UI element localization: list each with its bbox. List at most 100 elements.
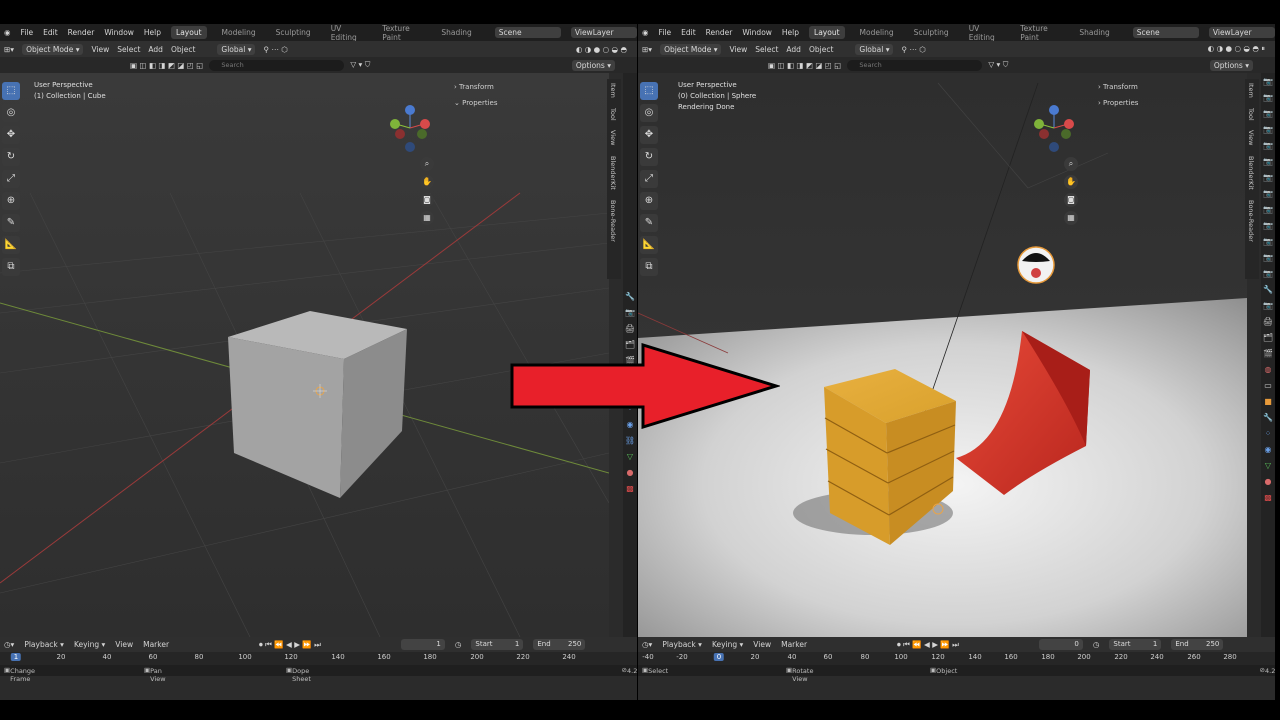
pan-hand-icon[interactable]: ✋ bbox=[420, 175, 434, 189]
measure-tool-icon[interactable]: 📐 bbox=[640, 236, 658, 254]
playback-controls[interactable]: ⏺ ⏮ ⏪ ◀ ▶ ⏩ ⏭ bbox=[897, 640, 959, 650]
tab-tool[interactable]: Tool bbox=[1247, 108, 1255, 121]
camera-toggle-icon[interactable]: 📷 bbox=[1263, 221, 1273, 231]
shading-buttons[interactable]: ◐ ◑ ● ○ ◒ ◓ ⏸ bbox=[1208, 44, 1265, 54]
menu-object[interactable]: Object bbox=[809, 45, 833, 54]
menu-render[interactable]: Render bbox=[706, 28, 733, 37]
editor-type-icon[interactable]: ⊞▾ bbox=[4, 45, 14, 54]
tab-blenderkit[interactable]: BlenderKit bbox=[609, 156, 617, 190]
menu-add[interactable]: Add bbox=[786, 45, 801, 54]
viewlayer-selector[interactable]: ViewLayer bbox=[570, 27, 637, 38]
playback-controls[interactable]: ⏺ ⏮ ⏪ ◀ ▶ ⏩ ⏭ bbox=[259, 640, 321, 650]
annotate-tool-icon[interactable]: ✎ bbox=[2, 214, 20, 232]
mode-dropdown[interactable]: Object Mode ▾ bbox=[660, 43, 722, 55]
tab-shading[interactable]: Shading bbox=[1074, 26, 1114, 39]
light-probe-sphere[interactable] bbox=[1017, 246, 1055, 284]
options-button[interactable]: Options ▾ bbox=[571, 59, 615, 71]
timeline-view-menu[interactable]: View bbox=[115, 640, 133, 649]
blender-logo-icon[interactable]: ◉ bbox=[4, 28, 11, 37]
zoom-icon[interactable]: ⌕ bbox=[1064, 157, 1078, 171]
selection-mode-icons[interactable]: ▣ ◫ ◧ ◨ ◩ ◪ ◰ ◱ bbox=[768, 61, 841, 70]
add-cube-tool-icon[interactable]: ⧉ bbox=[2, 258, 20, 276]
keying-menu[interactable]: Keying ▾ bbox=[74, 640, 105, 649]
timeline-view-menu[interactable]: View bbox=[753, 640, 771, 649]
output-props-icon[interactable]: 🖨 bbox=[625, 324, 635, 334]
camera-toggle-icon[interactable]: 📷 bbox=[1263, 141, 1273, 151]
end-frame-field[interactable]: End 250 bbox=[533, 639, 586, 650]
options-button[interactable]: Options ▾ bbox=[1209, 59, 1253, 71]
measure-tool-icon[interactable]: 📐 bbox=[2, 236, 20, 254]
menu-render[interactable]: Render bbox=[68, 28, 95, 37]
tab-tool[interactable]: Tool bbox=[609, 108, 617, 121]
orientation-dropdown[interactable]: Global ▾ bbox=[217, 43, 256, 55]
camera-toggle-icon[interactable]: 📷 bbox=[1263, 125, 1273, 135]
search-input[interactable]: Search bbox=[847, 59, 983, 71]
material-props-icon[interactable]: ● bbox=[627, 468, 634, 478]
render-props-icon[interactable]: 📷 bbox=[1263, 301, 1273, 311]
menu-add[interactable]: Add bbox=[148, 45, 163, 54]
panel-transform[interactable]: › Transform bbox=[454, 79, 497, 95]
tab-bone-reader[interactable]: Bone-Reader bbox=[609, 200, 617, 242]
scene-selector[interactable]: Scene bbox=[1132, 27, 1199, 38]
menu-view[interactable]: View bbox=[91, 45, 109, 54]
clock-icon[interactable]: ◷ bbox=[1093, 640, 1100, 649]
tab-view[interactable]: View bbox=[609, 130, 617, 145]
data-props-icon[interactable]: ▽ bbox=[627, 452, 633, 462]
render-props-icon[interactable]: 📷 bbox=[625, 308, 635, 318]
annotate-tool-icon[interactable]: ✎ bbox=[640, 214, 658, 232]
camera-toggle-icon[interactable]: 📷 bbox=[1263, 253, 1273, 263]
camera-toggle-icon[interactable]: 📷 bbox=[1263, 109, 1273, 119]
material-props-icon[interactable]: ● bbox=[1265, 477, 1272, 487]
camera-view-icon[interactable]: ◙ bbox=[420, 193, 434, 207]
add-cube-tool-icon[interactable]: ⧉ bbox=[640, 258, 658, 276]
view-layer-icon[interactable]: 🗂 bbox=[1263, 333, 1273, 343]
menu-window[interactable]: Window bbox=[104, 28, 134, 37]
camera-toggle-icon[interactable]: 📷 bbox=[1263, 189, 1273, 199]
menu-help[interactable]: Help bbox=[782, 28, 799, 37]
rotate-tool-icon[interactable]: ↻ bbox=[640, 148, 658, 166]
navigation-gizmo[interactable] bbox=[1032, 104, 1078, 152]
object-props-icon[interactable]: ■ bbox=[1264, 397, 1272, 407]
editor-type-icon[interactable]: ⊞▾ bbox=[642, 45, 652, 54]
physics-icon[interactable]: ◉ bbox=[1265, 445, 1272, 455]
camera-toggle-icon[interactable]: 📷 bbox=[1263, 237, 1273, 247]
timeline-editor-icon[interactable]: ◷▾ bbox=[642, 640, 652, 649]
start-frame-field[interactable]: Start 1 bbox=[1109, 639, 1162, 650]
frame-tick[interactable]: 1 bbox=[10, 653, 22, 661]
menu-file[interactable]: File bbox=[21, 28, 34, 37]
tool-props-icon[interactable]: 🔧 bbox=[1263, 285, 1273, 295]
tab-item[interactable]: Item bbox=[609, 83, 617, 98]
transform-tool-icon[interactable]: ⊕ bbox=[2, 192, 20, 210]
camera-toggle-icon[interactable]: 📷 bbox=[1263, 269, 1273, 279]
menu-view[interactable]: View bbox=[729, 45, 747, 54]
camera-view-icon[interactable]: ◙ bbox=[1064, 193, 1078, 207]
selection-mode-icons[interactable]: ▣ ◫ ◧ ◨ ◩ ◪ ◰ ◱ bbox=[130, 61, 203, 70]
tab-layout[interactable]: Layout bbox=[171, 26, 207, 39]
constraints-icon[interactable]: ⛓ bbox=[625, 436, 635, 446]
keying-menu[interactable]: Keying ▾ bbox=[712, 640, 743, 649]
data-props-icon[interactable]: ▽ bbox=[1265, 461, 1271, 471]
panel-properties[interactable]: › Properties bbox=[1098, 95, 1138, 111]
scene-props-icon[interactable]: 🎬 bbox=[1263, 349, 1273, 359]
tab-shading[interactable]: Shading bbox=[436, 26, 476, 39]
tab-blenderkit[interactable]: BlenderKit bbox=[1247, 156, 1255, 190]
menu-select[interactable]: Select bbox=[755, 45, 778, 54]
move-tool-icon[interactable]: ✥ bbox=[640, 126, 658, 144]
rotate-tool-icon[interactable]: ↻ bbox=[2, 148, 20, 166]
scene-selector[interactable]: Scene bbox=[494, 27, 561, 38]
playback-menu[interactable]: Playback ▾ bbox=[24, 640, 64, 649]
timeline-ruler[interactable]: -40 -20 0 20 40 60 80 100 120 140 160 18… bbox=[638, 652, 1275, 665]
search-input[interactable]: Search bbox=[209, 59, 345, 71]
scale-tool-icon[interactable]: ⤢ bbox=[2, 170, 20, 188]
zoom-icon[interactable]: ⌕ bbox=[420, 157, 434, 171]
playback-menu[interactable]: Playback ▾ bbox=[662, 640, 702, 649]
tab-sculpting[interactable]: Sculpting bbox=[271, 26, 316, 39]
select-box-tool-icon[interactable]: ⬚ bbox=[2, 82, 20, 100]
camera-toggle-icon[interactable]: 📷 bbox=[1263, 77, 1273, 87]
transform-tool-icon[interactable]: ⊕ bbox=[640, 192, 658, 210]
end-frame-field[interactable]: End 250 bbox=[1171, 639, 1224, 650]
scale-tool-icon[interactable]: ⤢ bbox=[640, 170, 658, 188]
ortho-grid-icon[interactable]: ▦ bbox=[1064, 211, 1078, 225]
ortho-grid-icon[interactable]: ▦ bbox=[420, 211, 434, 225]
cursor-tool-icon[interactable]: ◎ bbox=[640, 104, 658, 122]
